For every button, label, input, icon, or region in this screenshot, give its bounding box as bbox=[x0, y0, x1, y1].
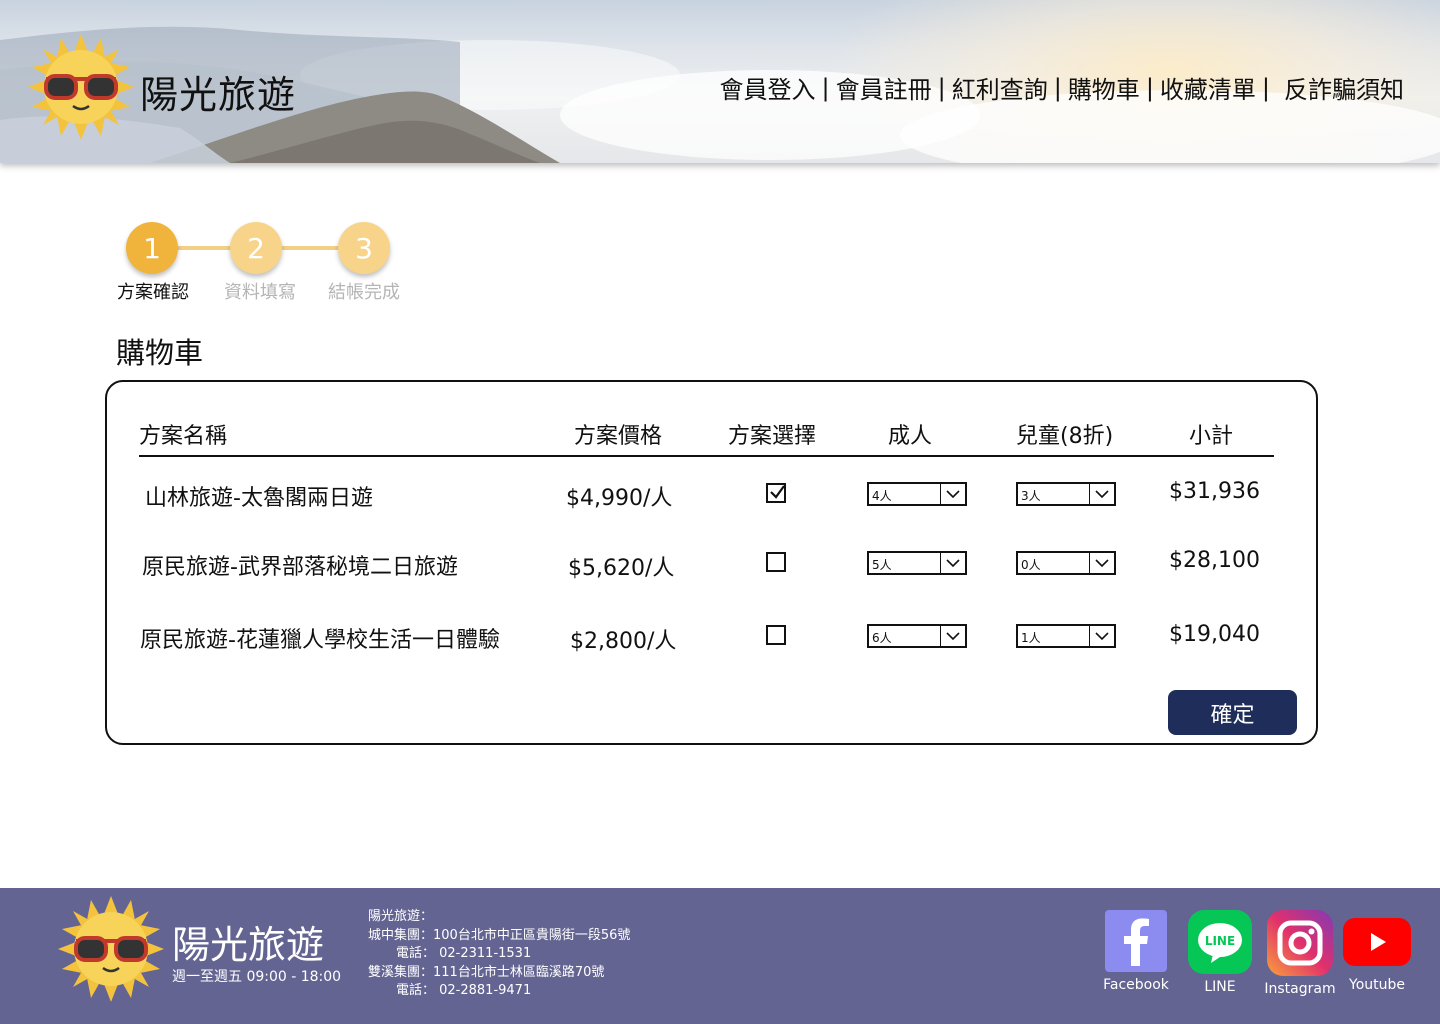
nav-separator: | bbox=[1261, 73, 1270, 102]
nav-separator: | bbox=[821, 73, 830, 102]
chevron-down-icon bbox=[940, 484, 965, 504]
chevron-down-icon bbox=[1089, 626, 1114, 646]
column-header-subtotal: 小計 bbox=[1189, 424, 1234, 449]
chevron-down-icon bbox=[940, 626, 965, 646]
nav-login-link[interactable]: 會員登入 bbox=[720, 70, 816, 105]
line-link[interactable]: LINE LINE bbox=[1180, 910, 1260, 995]
column-header-select: 方案選擇 bbox=[728, 424, 817, 449]
footer-branch-2-address: 雙溪集團：111台北市士林區臨溪路70號 bbox=[368, 964, 605, 980]
nav-separator: | bbox=[1053, 73, 1062, 102]
select-value: 1人 bbox=[1021, 631, 1041, 645]
select-value: 6人 bbox=[872, 631, 892, 645]
youtube-label: Youtube bbox=[1349, 977, 1405, 993]
brand-name: 陽光旅遊 bbox=[140, 73, 297, 117]
footer-branch-1-address: 城中集團：100台北市中正區貴陽街一段56號 bbox=[368, 927, 631, 943]
row-2-adult-select[interactable]: 5人 bbox=[867, 551, 967, 575]
footer-branch-1-phone: 電話： 02-2311-1531 bbox=[396, 946, 532, 961]
row-3-adult-select[interactable]: 6人 bbox=[867, 624, 967, 648]
footer-info-title: 陽光旅遊： bbox=[368, 909, 434, 924]
row-1-select-checkbox[interactable] bbox=[766, 483, 786, 503]
confirm-button[interactable]: 確定 bbox=[1168, 690, 1297, 735]
nav-register-link[interactable]: 會員註冊 bbox=[836, 70, 932, 105]
youtube-link[interactable]: Youtube bbox=[1337, 910, 1417, 993]
row-2-plan-name: 原民旅遊-武界部落秘境二日旅遊 bbox=[142, 555, 458, 580]
step-2-label: 資料填寫 bbox=[224, 282, 296, 303]
chevron-down-icon bbox=[1089, 484, 1114, 504]
line-icon: LINE bbox=[1188, 910, 1252, 974]
select-value: 3人 bbox=[1021, 489, 1041, 503]
header-divider bbox=[139, 455, 1274, 457]
select-value: 5人 bbox=[872, 558, 892, 572]
row-3-subtotal: $19,040 bbox=[1169, 622, 1260, 647]
top-navigation: 會員登入 | 會員註冊 | 紅利查詢 | 購物車 | 收藏清單 | 反詐騙須知 bbox=[720, 70, 1404, 105]
row-2-subtotal: $28,100 bbox=[1169, 548, 1260, 573]
footer-branch-2-phone: 電話： 02-2881-9471 bbox=[396, 983, 532, 998]
column-header-adult: 成人 bbox=[888, 424, 933, 449]
nav-anti-fraud-link[interactable]: 反詐騙須知 bbox=[1284, 70, 1404, 105]
column-header-name: 方案名稱 bbox=[139, 424, 228, 449]
select-value: 4人 bbox=[872, 489, 892, 503]
facebook-icon bbox=[1105, 910, 1167, 972]
checkout-steps: 1 2 3 方案確認 資料填寫 結帳完成 bbox=[108, 218, 428, 308]
column-header-child: 兒童(8折) bbox=[1016, 424, 1114, 449]
site-header: 陽光旅遊 會員登入 | 會員註冊 | 紅利查詢 | 購物車 | 收藏清單 | 反… bbox=[0, 0, 1440, 163]
row-2-select-checkbox[interactable] bbox=[766, 552, 786, 572]
chevron-down-icon bbox=[1089, 553, 1114, 573]
row-3-select-checkbox[interactable] bbox=[766, 625, 786, 645]
step-1-label: 方案確認 bbox=[117, 282, 189, 303]
step-3-label: 結帳完成 bbox=[328, 282, 400, 303]
page-title: 購物車 bbox=[116, 336, 204, 370]
row-3-child-select[interactable]: 1人 bbox=[1016, 624, 1116, 648]
footer-contact-info: 陽光旅遊： 城中集團：100台北市中正區貴陽街一段56號 電話： 02-2311… bbox=[368, 908, 630, 1001]
step-1-circle: 1 bbox=[126, 222, 178, 274]
row-2-price: $5,620/人 bbox=[568, 556, 675, 581]
row-1-price: $4,990/人 bbox=[566, 486, 673, 511]
step-2-circle: 2 bbox=[230, 222, 282, 274]
row-1-adult-select[interactable]: 4人 bbox=[867, 482, 967, 506]
footer-business-hours: 週一至週五 09:00 - 18:00 bbox=[172, 969, 342, 985]
site-footer: 陽光旅遊 週一至週五 09:00 - 18:00 陽光旅遊： 城中集團：100台… bbox=[0, 888, 1440, 1024]
instagram-icon bbox=[1267, 910, 1333, 976]
footer-brand-name: 陽光旅遊 bbox=[172, 923, 325, 967]
step-3-circle: 3 bbox=[338, 222, 390, 274]
row-2-child-select[interactable]: 0人 bbox=[1016, 551, 1116, 575]
select-value: 0人 bbox=[1021, 558, 1041, 572]
column-header-price: 方案價格 bbox=[574, 424, 663, 449]
instagram-link[interactable]: Instagram bbox=[1260, 910, 1340, 997]
svg-text:LINE: LINE bbox=[1205, 934, 1235, 948]
row-1-child-select[interactable]: 3人 bbox=[1016, 482, 1116, 506]
nav-separator: | bbox=[1145, 73, 1154, 102]
chevron-down-icon bbox=[940, 553, 965, 573]
nav-separator: | bbox=[937, 73, 946, 102]
cart-panel: 方案名稱 方案價格 方案選擇 成人 兒童(8折) 小計 山林旅遊-太魯閣兩日遊 … bbox=[105, 380, 1318, 745]
nav-bonus-link[interactable]: 紅利查詢 bbox=[952, 70, 1048, 105]
row-3-price: $2,800/人 bbox=[570, 629, 677, 654]
youtube-icon bbox=[1343, 918, 1411, 966]
sun-logo-icon bbox=[58, 896, 164, 1002]
facebook-link[interactable]: Facebook bbox=[1096, 910, 1176, 993]
nav-cart-link[interactable]: 購物車 bbox=[1068, 70, 1140, 105]
row-1-subtotal: $31,936 bbox=[1169, 479, 1260, 504]
line-label: LINE bbox=[1204, 979, 1236, 995]
nav-favorites-link[interactable]: 收藏清單 bbox=[1160, 70, 1256, 105]
header-brand[interactable]: 陽光旅遊 bbox=[28, 34, 328, 140]
facebook-label: Facebook bbox=[1103, 977, 1169, 993]
row-3-plan-name: 原民旅遊-花蓮獵人學校生活一日體驗 bbox=[140, 628, 500, 653]
sun-logo-icon bbox=[28, 34, 134, 140]
checkmark-icon bbox=[770, 485, 785, 499]
instagram-label: Instagram bbox=[1264, 981, 1336, 997]
row-1-plan-name: 山林旅遊-太魯閣兩日遊 bbox=[145, 486, 373, 511]
